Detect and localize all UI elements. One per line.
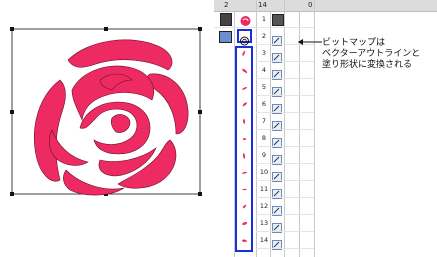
rose-bitmap-thumbnail[interactable]	[239, 12, 252, 26]
row-number: 9	[261, 151, 267, 159]
outline-thumbnail[interactable]	[237, 29, 252, 46]
fill-shape-icon[interactable]	[272, 235, 282, 250]
rose-artwork[interactable]	[0, 0, 210, 257]
fill-shape-icon[interactable]	[272, 150, 282, 165]
petal-thumbnail[interactable]	[238, 132, 251, 145]
row-number: 11	[259, 185, 269, 193]
fill-shape-icon[interactable]	[272, 99, 282, 114]
outline-layer-icon[interactable]	[219, 31, 232, 43]
fill-shape-icon[interactable]	[272, 218, 282, 233]
petal-thumbnail[interactable]	[238, 183, 251, 196]
list-item[interactable]: 5	[214, 79, 437, 97]
list-item[interactable]: 12	[214, 198, 437, 216]
list-item[interactable]: 11	[214, 181, 437, 199]
row-number: 1	[261, 15, 267, 23]
petal-thumbnail[interactable]	[238, 64, 251, 77]
header-col-3: 0	[308, 1, 313, 9]
bitmap-layer-icon[interactable]	[220, 13, 232, 26]
row-number: 12	[259, 202, 269, 210]
petal-thumbnail[interactable]	[238, 81, 251, 94]
rose-shapes	[33, 39, 189, 196]
row-number: 4	[261, 66, 267, 74]
fill-shape-icon[interactable]	[272, 82, 282, 97]
list-item[interactable]: 1	[214, 11, 437, 27]
row-number: 7	[261, 117, 267, 125]
callout-line-3: 塗り形状に変換される	[322, 60, 413, 70]
fill-shape-icon[interactable]	[272, 48, 282, 63]
artwork-canvas[interactable]	[0, 0, 210, 257]
row-number: 2	[261, 32, 267, 40]
petal-thumbnail[interactable]	[238, 234, 251, 247]
list-item[interactable]: 6	[214, 96, 437, 114]
row-number: 10	[259, 168, 269, 176]
petal-thumbnail[interactable]	[238, 217, 251, 230]
row-number: 8	[261, 134, 267, 142]
petal-thumbnail[interactable]	[238, 166, 251, 179]
bitmap-layer-icon[interactable]	[272, 14, 284, 26]
list-item[interactable]: 9	[214, 147, 437, 165]
fill-shape-icon[interactable]	[272, 184, 282, 199]
row-number: 14	[259, 236, 269, 244]
fill-shape-icon[interactable]	[272, 133, 282, 148]
list-item[interactable]: 8	[214, 130, 437, 148]
list-item[interactable]: 7	[214, 113, 437, 131]
petal-thumbnail[interactable]	[238, 149, 251, 162]
callout-text: ビットマップは ベクターアウトラインと 塗り形状に変換される	[322, 38, 437, 71]
petal-thumbnail[interactable]	[238, 200, 251, 213]
fill-shape-icon[interactable]	[272, 167, 282, 182]
callout-arrow	[298, 39, 322, 45]
petal-thumbnail[interactable]	[238, 115, 251, 128]
callout-line-1: ビットマップは	[322, 38, 386, 48]
fill-shape-icon[interactable]	[272, 65, 282, 80]
row-number: 5	[261, 83, 267, 91]
fill-shape-icon[interactable]	[272, 116, 282, 131]
row-number: 3	[261, 49, 267, 57]
row-number: 6	[261, 100, 267, 108]
list-item[interactable]: 13	[214, 215, 437, 233]
header-col-2: 14	[258, 1, 267, 9]
petal-thumbnail[interactable]	[238, 98, 251, 111]
fill-shape-icon[interactable]	[272, 201, 282, 216]
callout-line-2: ベクターアウトラインと	[322, 49, 421, 59]
petal-thumbnail[interactable]	[238, 47, 251, 60]
row-number: 13	[259, 219, 269, 227]
list-item[interactable]: 14	[214, 232, 437, 250]
list-item[interactable]: 10	[214, 164, 437, 182]
header-col-1: 2	[224, 1, 229, 9]
fill-shape-icon[interactable]	[272, 31, 282, 46]
